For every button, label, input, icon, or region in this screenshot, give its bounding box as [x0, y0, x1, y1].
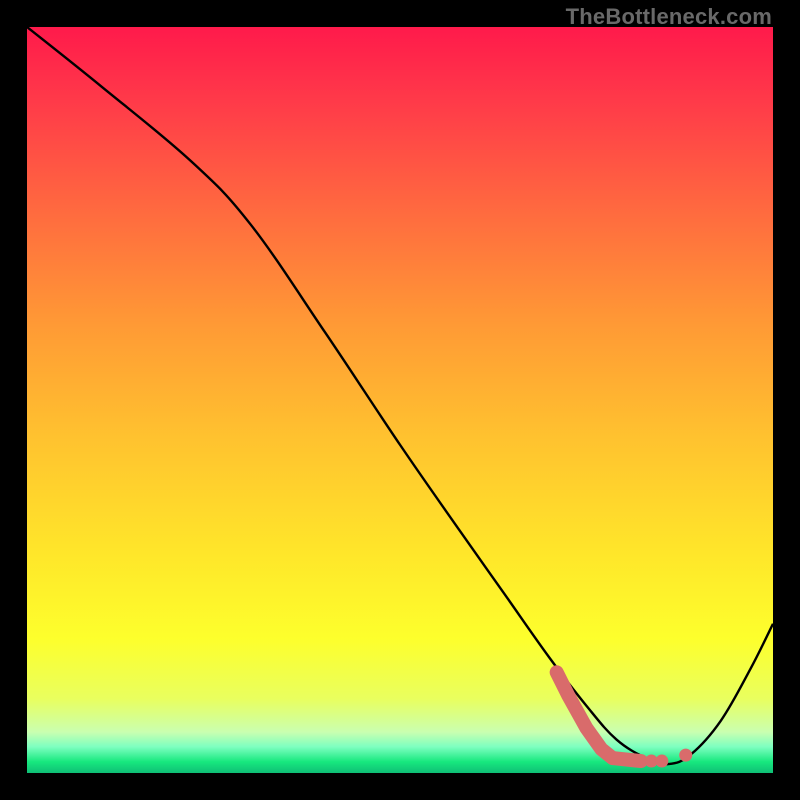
chart-frame: [27, 27, 773, 773]
highlight-segment: [613, 758, 641, 761]
gradient-background: [27, 27, 773, 773]
chart-svg: [27, 27, 773, 773]
highlight-point: [655, 755, 668, 768]
highlight-point: [679, 749, 692, 762]
